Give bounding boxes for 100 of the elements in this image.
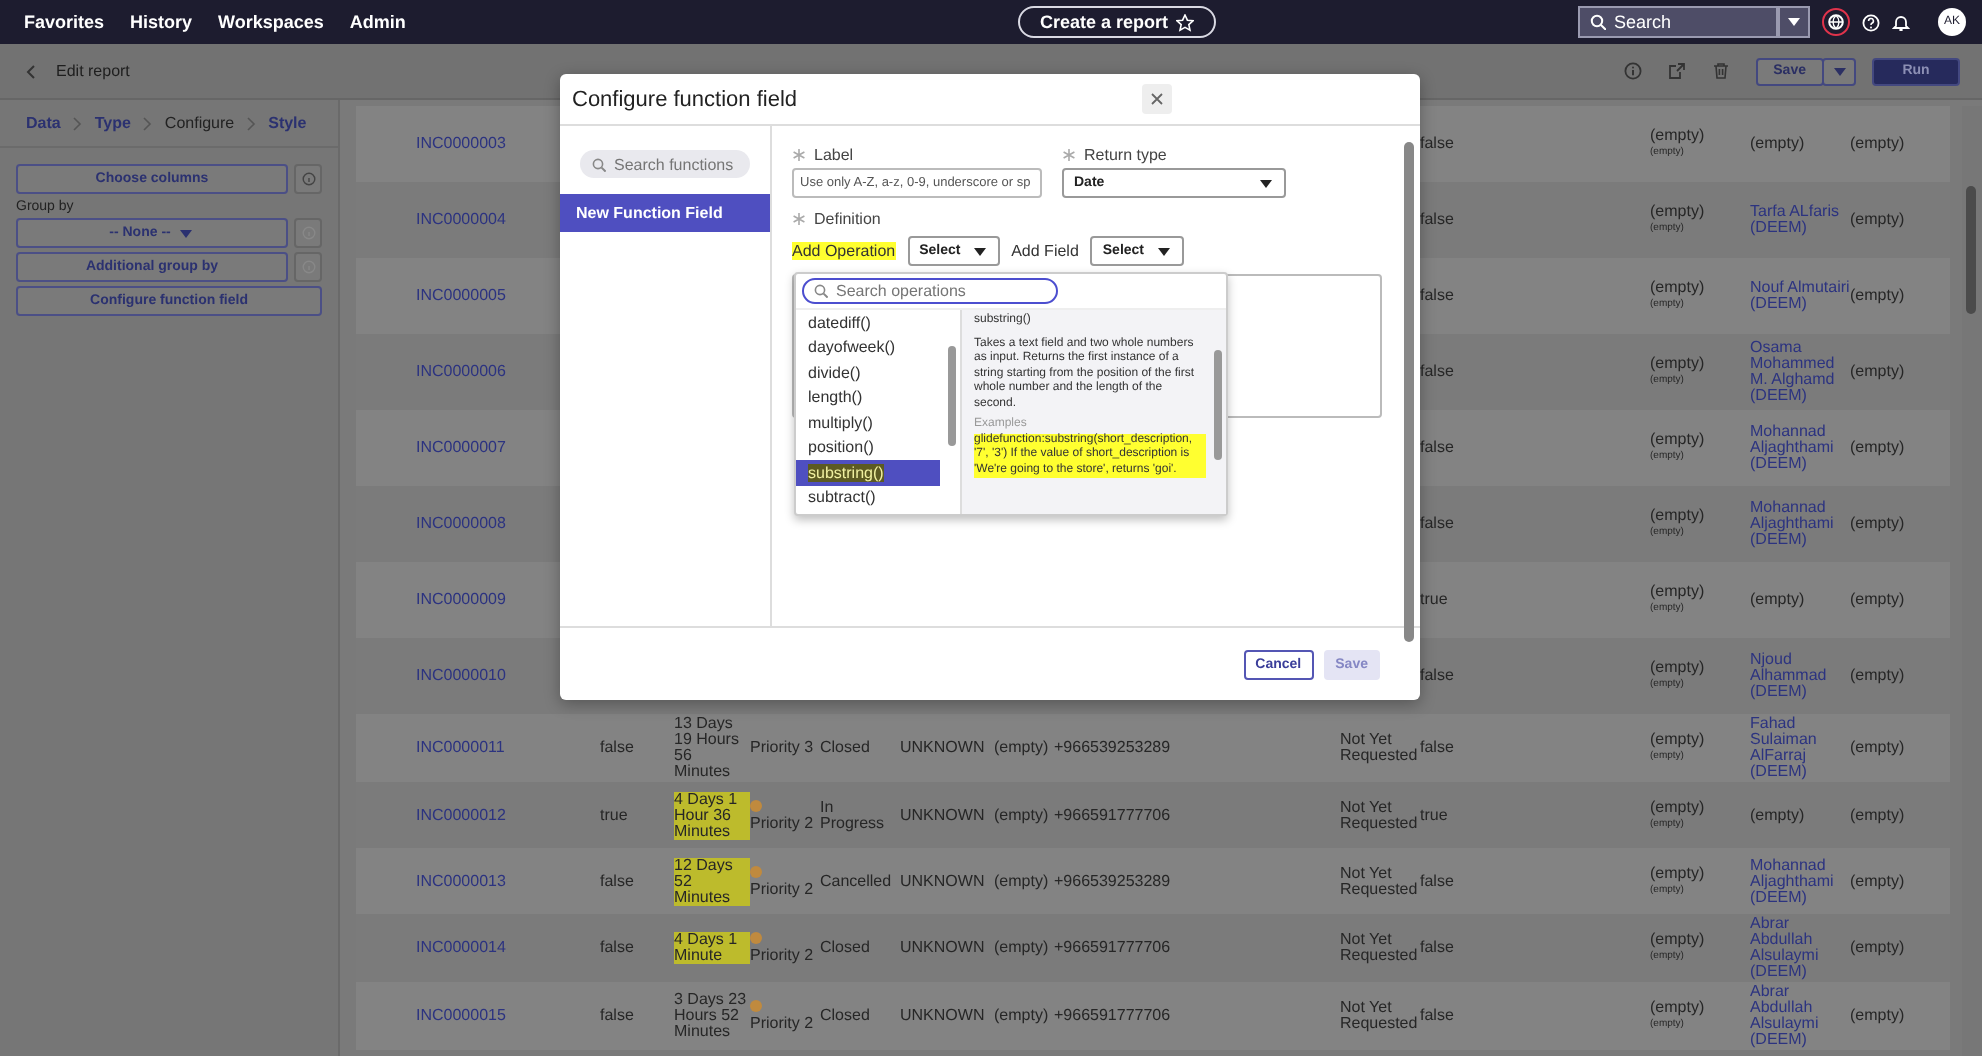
user-link[interactable]: Mohannad Aljaghthami (DEEM): [1750, 500, 1850, 548]
operation-item[interactable]: position(): [796, 435, 940, 460]
star-icon: [1176, 13, 1195, 31]
table-cell: 4 Days 1 Minute: [674, 932, 750, 964]
step-tab[interactable]: Configure: [164, 114, 235, 132]
trash-icon[interactable]: [1711, 62, 1730, 80]
table-cell: (empty): [1850, 592, 1905, 608]
user-link[interactable]: Njoud Alhammad (DEEM): [1750, 652, 1850, 700]
table-cell: (empty): [1850, 440, 1905, 456]
table-cell: UNKNOWN: [900, 873, 985, 889]
operation-item[interactable]: datediff(): [796, 310, 940, 335]
incident-link[interactable]: INC0000003: [416, 136, 506, 152]
dropdown-button[interactable]: [1778, 6, 1810, 38]
nav-menu-item[interactable]: Workspaces: [218, 12, 324, 32]
operation-item[interactable]: divide(): [796, 360, 940, 385]
incident-link[interactable]: INC0000015: [416, 1008, 506, 1024]
globe-button[interactable]: [1822, 8, 1850, 36]
table-cell-text: 3 Days 23 Hours 52 Minutes: [674, 992, 749, 1040]
table-cell: (empty): [1650, 204, 1705, 220]
nav-menu-item[interactable]: Favorites: [24, 12, 105, 32]
table-cell: (empty): [1650, 1000, 1705, 1016]
required-icon: [1062, 148, 1076, 162]
search-functions-field[interactable]: Search functions: [580, 150, 750, 178]
incident-link[interactable]: INC0000012: [416, 807, 506, 823]
help-icon[interactable]: [1862, 13, 1880, 31]
user-link[interactable]: Fahad Sulaiman AlFarraj (DEEM): [1750, 716, 1850, 780]
user-link[interactable]: Abrar Abdullah Alsulaymi (DEEM): [1750, 984, 1850, 1048]
table-cell: true: [1420, 807, 1448, 823]
table-cell: false: [1420, 212, 1454, 228]
info-icon[interactable]: [1623, 62, 1642, 80]
save-options-button[interactable]: [1822, 57, 1856, 85]
incident-link[interactable]: INC0000005: [416, 288, 506, 304]
nav-menu-item[interactable]: History: [130, 12, 193, 32]
table-cell: Closed: [820, 740, 870, 756]
operation-item[interactable]: multiply(): [796, 410, 940, 435]
table-cell: false: [600, 873, 634, 889]
table-cell: false: [1420, 873, 1454, 889]
page-title: Edit report: [56, 62, 130, 80]
incident-link[interactable]: INC0000009: [416, 592, 506, 608]
required-icon: [792, 148, 806, 162]
step-tab[interactable]: Style: [268, 114, 307, 132]
table-cell: (empty): [1850, 668, 1905, 684]
operation-item[interactable]: dayofweek(): [796, 335, 940, 360]
table-cell: Priority 2: [750, 881, 814, 897]
bell-icon[interactable]: [1892, 13, 1910, 31]
search-input[interactable]: Search: [1614, 12, 1754, 32]
table-cell: (empty): [1650, 865, 1705, 881]
user-link[interactable]: Mohannad Aljaghthami (DEEM): [1750, 857, 1850, 905]
operation-item[interactable]: substring(): [796, 460, 940, 485]
user-link[interactable]: Abrar Abdullah Alsulaymi (DEEM): [1750, 916, 1850, 980]
operation-item[interactable]: subtract(): [796, 485, 940, 510]
field-label: Label: [814, 146, 854, 164]
table-cell: (empty): [1650, 732, 1705, 748]
table-cell: (empty): [1650, 128, 1705, 144]
chevron-icon: [246, 115, 257, 131]
globe-icon: [1828, 14, 1844, 30]
table-cell: Priority 2: [750, 1016, 814, 1032]
operation-item[interactable]: length(): [796, 385, 940, 410]
chevron-icon: [142, 115, 153, 131]
table-cell: false: [1420, 288, 1454, 304]
table-cell: false: [1420, 136, 1454, 152]
user-link[interactable]: Osama Mohammed M. Alghamd (DEEM): [1750, 340, 1850, 404]
step-tab[interactable]: Type: [94, 114, 131, 132]
dialog-title: Configure function field: [572, 87, 798, 111]
close-button[interactable]: [1142, 84, 1172, 114]
incident-link[interactable]: INC0000010: [416, 668, 506, 684]
field-label: Add Field: [1011, 242, 1079, 260]
user-link[interactable]: Nouf Almutairi (DEEM): [1750, 280, 1850, 312]
table-cell: true: [600, 807, 628, 823]
info-button[interactable]: [294, 164, 322, 194]
table-cell: false: [600, 1008, 634, 1024]
nav-menu-item[interactable]: Admin: [349, 12, 406, 32]
table-cell: false: [1420, 940, 1454, 956]
table-cell: (empty): [994, 807, 1049, 823]
caret-icon: [1258, 175, 1274, 191]
table-cell: (empty): [1650, 584, 1705, 600]
step-tab[interactable]: Data: [26, 114, 61, 132]
table-cell-text: 13 Days 19 Hours 56 Minutes: [674, 716, 741, 780]
search-operations-field[interactable]: Search operations: [802, 278, 1058, 304]
incident-link[interactable]: INC0000011: [416, 740, 505, 756]
table-cell: false: [1420, 1008, 1454, 1024]
function-list-item[interactable]: New Function Field: [560, 194, 770, 232]
share-icon[interactable]: [1667, 62, 1686, 80]
user-link[interactable]: Tarfa ALfaris (DEEM): [1750, 204, 1850, 236]
incident-link[interactable]: INC0000014: [416, 940, 506, 956]
table-cell: (empty): [1750, 136, 1805, 152]
incident-link[interactable]: INC0000007: [416, 440, 506, 456]
incident-link[interactable]: INC0000004: [416, 212, 506, 228]
incident-link[interactable]: INC0000006: [416, 364, 506, 380]
search-field[interactable]: Search: [1578, 6, 1778, 38]
incident-link[interactable]: INC0000008: [416, 516, 506, 532]
table-cell: (empty): [994, 1008, 1049, 1024]
create-report-button[interactable]: Create a report: [1018, 6, 1217, 38]
table-cell: UNKNOWN: [900, 940, 985, 956]
back-icon[interactable]: [24, 63, 38, 79]
search-icon: [1590, 14, 1606, 30]
table-cell: false: [1420, 516, 1454, 532]
table-cell: (empty): [1650, 799, 1705, 815]
incident-link[interactable]: INC0000013: [416, 873, 506, 889]
user-link[interactable]: Mohannad Aljaghthami (DEEM): [1750, 424, 1850, 472]
